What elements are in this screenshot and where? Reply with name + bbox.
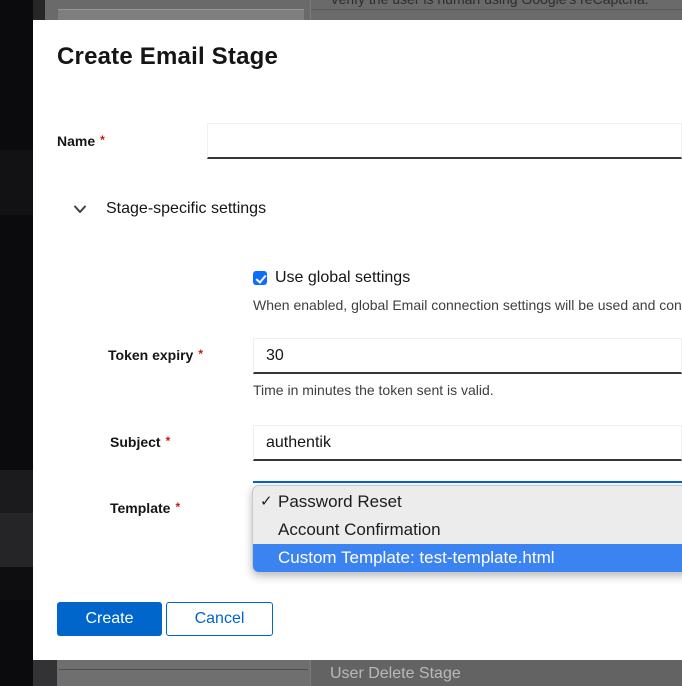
subject-label: Subject* (110, 434, 170, 450)
required-asterisk: * (166, 434, 171, 448)
app-sidebar (0, 0, 33, 686)
sidebar-item-block (0, 513, 33, 567)
token-expiry-label: Token expiry* (108, 347, 203, 363)
sidebar-edge-shade (33, 660, 57, 686)
sidebar-item-block (0, 150, 33, 215)
modal-title: Create Email Stage (57, 43, 278, 71)
use-global-settings-row: Use global settings (253, 269, 410, 287)
dropdown-option-custom-template[interactable]: Custom Template: test-template.html (253, 544, 682, 572)
dimmed-background-bottom: User Delete Stage (33, 660, 682, 686)
background-table-cell (57, 660, 310, 686)
background-column-divider (310, 0, 311, 20)
background-table-cell (58, 9, 304, 20)
stage-specific-settings-label: Stage-specific settings (106, 200, 266, 218)
stage-specific-settings-toggle[interactable]: Stage-specific settings (73, 200, 266, 218)
background-column-divider (310, 660, 311, 686)
background-row-text: Verify the user is human using Google's … (330, 0, 649, 7)
dropdown-option-account-confirmation[interactable]: Account Confirmation (253, 516, 682, 544)
use-global-settings-checkbox[interactable] (253, 271, 267, 285)
sidebar-edge-shade (33, 0, 45, 20)
use-global-settings-help: When enabled, global Email connection se… (253, 297, 682, 313)
dropdown-option-password-reset[interactable]: ✓ Password Reset (253, 488, 682, 516)
required-asterisk: * (198, 347, 203, 361)
cancel-button[interactable]: Cancel (166, 602, 273, 636)
required-asterisk: * (175, 500, 180, 514)
check-icon: ✓ (260, 488, 273, 516)
template-dropdown-menu: ✓ Password Reset Account Confirmation Cu… (252, 485, 682, 573)
chevron-down-icon (73, 205, 87, 214)
token-expiry-input[interactable] (253, 338, 682, 374)
sidebar-item-block (0, 567, 33, 600)
template-label: Template* (110, 500, 180, 516)
background-row-text: User Delete Stage (330, 665, 461, 683)
background-input-underline (59, 669, 308, 670)
background-row-divider (310, 9, 682, 10)
required-asterisk: * (100, 133, 105, 147)
create-email-stage-modal: Create Email Stage Name* Stage-specific … (33, 20, 682, 660)
name-input[interactable] (207, 123, 682, 159)
dimmed-background-top: Verify the user is human using Google's … (33, 0, 682, 20)
template-select-focus-border (253, 481, 682, 483)
create-button[interactable]: Create (57, 602, 162, 636)
subject-input[interactable] (253, 425, 682, 461)
sidebar-item-block (0, 470, 33, 513)
use-global-settings-label: Use global settings (275, 269, 410, 287)
token-expiry-help: Time in minutes the token sent is valid. (253, 382, 494, 398)
name-label: Name* (57, 133, 105, 149)
app-root: Verify the user is human using Google's … (0, 0, 682, 686)
